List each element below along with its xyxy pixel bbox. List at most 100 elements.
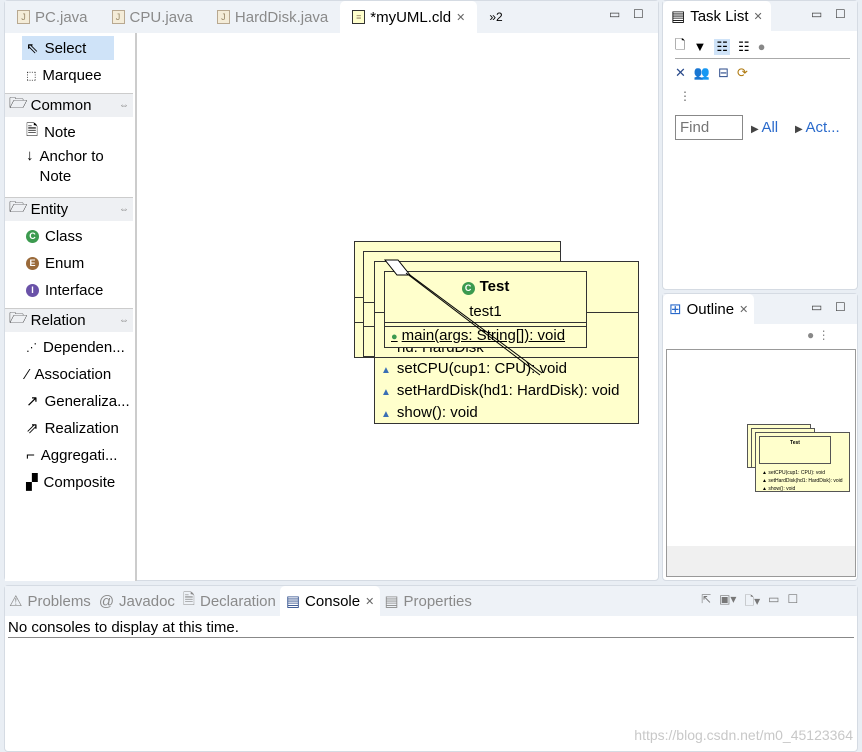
- find-input[interactable]: [675, 115, 743, 140]
- anchor-arrow-icon: ↓: [26, 147, 34, 164]
- palette-dependency[interactable]: ⋰ Dependen...: [22, 335, 129, 359]
- tab-harddisk-java[interactable]: J HardDisk.java: [205, 1, 340, 33]
- tab-declaration[interactable]: 🗎 Declaration: [179, 586, 280, 616]
- collapse-icon: ⇔: [119, 315, 129, 326]
- console-panel: ⚠ Problems @ Javadoc 🗎 Declaration ▤ Console…: [4, 585, 858, 752]
- watermark: https://blog.csdn.net/m0_45123364: [634, 727, 853, 743]
- palette-marquee[interactable]: ⬚ Marquee: [22, 63, 106, 87]
- scheduled-icon[interactable]: ☷: [738, 39, 750, 55]
- tab-task-list[interactable]: ▤ Task List ✕: [663, 1, 771, 31]
- tab-cpu-java[interactable]: J CPU.java: [100, 1, 205, 33]
- folder-icon: 🗁: [9, 310, 28, 327]
- repositories-icon[interactable]: ●: [758, 39, 766, 54]
- tab-console[interactable]: ▤ Console ✕: [279, 586, 381, 616]
- method-show[interactable]: ▲ show(): void: [381, 404, 478, 421]
- tab-overflow[interactable]: »2: [477, 1, 514, 33]
- triangle-right-icon: ▶: [751, 124, 762, 135]
- palette: ⇖ Select ⬚ Marquee 🗁 Common ⇔ 🗎 Note ↓ Anchor …: [5, 33, 137, 581]
- collapse-all-icon[interactable]: ⊟: [718, 65, 729, 81]
- folder-icon: 🗁: [9, 95, 28, 112]
- tab-myuml-cld[interactable]: ≡ *myUML.cld ✕: [340, 1, 478, 33]
- enum-icon: E: [26, 256, 39, 270]
- palette-association[interactable]: ⁄ Association: [22, 362, 115, 386]
- association-icon: ⁄: [26, 365, 29, 383]
- dependency-icon: ⋰: [26, 341, 37, 354]
- composite-icon: ▞: [26, 474, 38, 491]
- java-file-icon: J: [216, 10, 230, 24]
- note-icon: 🗎: [26, 121, 39, 139]
- console-toolbar: ⇱ ▣▾ 🗋▾ ▭ ☐: [701, 592, 798, 613]
- new-task-icon[interactable]: 🗋: [675, 36, 685, 58]
- palette-section-relation[interactable]: 🗁 Relation ⇔: [5, 308, 133, 332]
- task-list-panel: ▤Task List✕ ▭ ☐ 🗋 ▼ ☷ ☷ ● ✕ 👥 ⊟ ⟳ ⋮ ▶ All ▶ Ac…: [662, 0, 858, 290]
- outline-icon: ⊞: [669, 301, 682, 318]
- all-link[interactable]: ▶ All: [751, 119, 778, 136]
- editor-tabbar: J PC.java J CPU.java J HardDisk.java ≡ *myUM…: [5, 1, 658, 33]
- realization-icon: ⇗: [26, 420, 39, 437]
- properties-icon: ▤: [384, 593, 399, 610]
- java-file-icon: J: [111, 10, 125, 24]
- close-icon[interactable]: ✕: [365, 595, 374, 608]
- interface-icon: I: [26, 283, 39, 297]
- outline-panel: ⊞ Outline ✕ ▭ ☐ ● ⋮ ▲ setCPU(cup1: CPU): v…: [662, 293, 858, 581]
- activate-link[interactable]: ▶ Act...: [795, 119, 840, 136]
- tab-pc-java[interactable]: J PC.java: [5, 1, 100, 33]
- palette-section-entity[interactable]: 🗁 Entity ⇔: [5, 197, 133, 221]
- outline-tabbar: ⊞ Outline ✕: [663, 294, 857, 324]
- close-icon[interactable]: ✕: [754, 10, 763, 23]
- maximize-icon[interactable]: ☐: [835, 300, 846, 314]
- javadoc-icon: @: [98, 592, 115, 610]
- collapse-icon: ⇔: [119, 204, 129, 215]
- outline-thumbnail[interactable]: ▲ setCPU(cup1: CPU): void ▲ setHardDisk(h…: [666, 349, 856, 577]
- console-message: No consoles to display at this time.: [8, 619, 854, 638]
- arrow-cursor-icon: ⇖: [26, 40, 39, 57]
- maximize-icon[interactable]: ☐: [835, 7, 846, 21]
- palette-enum[interactable]: E Enum: [22, 251, 88, 275]
- focus-icon[interactable]: 👥: [694, 65, 710, 81]
- maximize-icon[interactable]: ☐: [633, 7, 644, 21]
- console-icon: ▤: [285, 593, 301, 610]
- palette-select[interactable]: ⇖ Select: [22, 36, 114, 60]
- aggregation-icon: ⌐: [26, 446, 35, 464]
- pin-console-icon[interactable]: ⇱: [701, 592, 711, 613]
- palette-composite[interactable]: ▞ Composite: [22, 470, 119, 494]
- palette-realization[interactable]: ⇗ Realization: [22, 416, 123, 440]
- public-method-icon: ▲: [381, 387, 391, 398]
- palette-note[interactable]: 🗎 Note: [22, 120, 80, 144]
- tab-javadoc[interactable]: @ Javadoc: [95, 586, 179, 616]
- minimize-icon[interactable]: ▭: [609, 7, 620, 21]
- triangle-right-icon: ▶: [795, 124, 806, 135]
- categorized-icon[interactable]: ☷: [714, 38, 730, 55]
- public-method-icon: ▲: [381, 409, 391, 420]
- class-icon: C: [26, 229, 39, 243]
- tab-outline[interactable]: ⊞ Outline ✕: [663, 294, 755, 324]
- outline-toolbar-icon[interactable]: ● ⋮: [807, 328, 830, 342]
- minimize-icon[interactable]: ▭: [811, 7, 822, 21]
- dropdown-icon[interactable]: ▼: [693, 39, 706, 54]
- maximize-icon[interactable]: ☐: [787, 592, 798, 613]
- close-icon[interactable]: ✕: [739, 303, 748, 316]
- minimize-icon[interactable]: ▭: [768, 592, 779, 613]
- folder-icon: 🗁: [9, 199, 28, 216]
- declaration-icon: 🗎: [182, 590, 195, 608]
- task-toolbar-2: ✕ 👥 ⊟ ⟳: [675, 65, 748, 81]
- palette-interface[interactable]: I Interface: [22, 278, 107, 302]
- association-line[interactable]: [380, 255, 550, 385]
- palette-class[interactable]: C Class: [22, 224, 87, 248]
- generalization-icon: ↗: [26, 393, 39, 410]
- palette-aggregation[interactable]: ⌐ Aggregati...: [22, 443, 121, 467]
- display-console-icon[interactable]: ▣▾: [719, 592, 736, 613]
- palette-section-common[interactable]: 🗁 Common ⇔: [5, 93, 133, 117]
- task-list-icon: ▤: [671, 8, 686, 25]
- view-menu-icon[interactable]: ⋮: [679, 89, 691, 103]
- palette-anchor-note[interactable]: ↓ Anchor to Note: [22, 147, 134, 191]
- open-console-icon[interactable]: 🗋▾: [744, 592, 760, 613]
- palette-generalization[interactable]: ↗ Generaliza...: [22, 389, 134, 413]
- sync-icon[interactable]: ⟳: [737, 65, 748, 81]
- close-icon[interactable]: ✕: [456, 11, 465, 24]
- minimize-icon[interactable]: ▭: [811, 300, 822, 314]
- marquee-icon: ⬚: [26, 69, 37, 82]
- hide-completed-icon[interactable]: ✕: [675, 65, 686, 81]
- tab-properties[interactable]: ▤ Properties: [380, 586, 476, 616]
- tab-problems[interactable]: ⚠ Problems: [5, 586, 95, 616]
